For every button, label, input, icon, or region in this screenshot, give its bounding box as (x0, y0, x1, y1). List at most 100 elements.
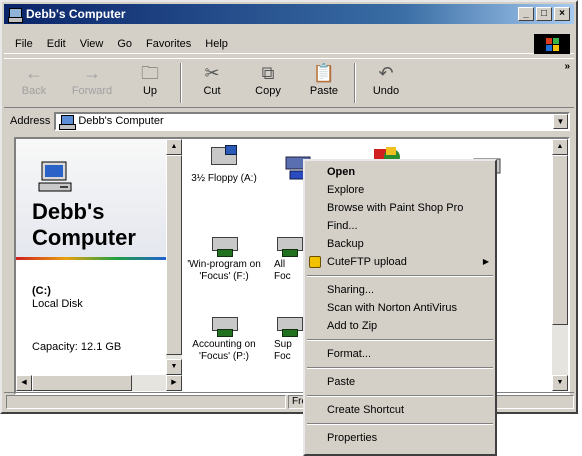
address-field[interactable]: Debb's Computer ▼ (54, 111, 570, 131)
menu-separator (307, 339, 493, 341)
scroll-thumb[interactable] (32, 375, 132, 391)
network-drive-icon (274, 231, 304, 257)
panel-vertical-scrollbar[interactable]: ▲ ▼ (166, 139, 182, 375)
menu-item-explore[interactable]: Explore (305, 181, 495, 199)
menu-view[interactable]: View (73, 38, 111, 50)
toolbar-overflow-chevron-icon[interactable]: » (564, 61, 570, 72)
color-rule (16, 257, 166, 260)
menu-item-open[interactable]: Open (305, 163, 495, 181)
icon-label: All (274, 259, 286, 270)
panel-title-line2: Computer (32, 225, 136, 250)
menu-item-sharing[interactable]: Sharing... (305, 281, 495, 299)
address-label: Address (10, 115, 51, 127)
menu-go[interactable]: Go (110, 38, 139, 50)
scroll-thumb[interactable] (552, 155, 568, 325)
scroll-down-icon[interactable]: ▼ (552, 375, 568, 391)
address-bar: Address Debb's Computer ▼ (4, 110, 574, 132)
floppy-drive-icon (209, 145, 239, 169)
computer-icon (59, 114, 77, 130)
menu-help[interactable]: Help (198, 38, 235, 50)
scroll-left-icon[interactable]: ◀ (16, 375, 32, 391)
menu-item-add-to-zip[interactable]: Add to Zip (305, 317, 495, 335)
selected-drive-info: (C:) Local Disk (32, 285, 83, 311)
standard-toolbar: ← Back → Forward 🗀 Up ✂ Cut ⧉ Copy 📋 Pas… (4, 58, 574, 108)
copy-icon: ⧉ (261, 63, 275, 83)
scroll-thumb[interactable] (166, 155, 182, 355)
menu-separator (307, 423, 493, 425)
window-title: Debb's Computer (26, 7, 126, 21)
computer-icon (8, 7, 23, 23)
paste-button[interactable]: 📋 Paste (298, 61, 350, 105)
panel-title: Debb's Computer (32, 199, 136, 251)
menu-item-scan-norton[interactable]: Scan with Norton AntiVirus (305, 299, 495, 317)
menu-file[interactable]: File (8, 38, 40, 50)
drive-icon-item[interactable]: 3½ Floppy (A:) (184, 145, 264, 185)
menu-item-create-shortcut[interactable]: Create Shortcut (305, 401, 495, 419)
scroll-up-icon[interactable]: ▲ (166, 139, 182, 155)
toolbar-separator (354, 63, 356, 103)
undo-label: Undo (372, 85, 400, 97)
forward-label: Forward (71, 85, 113, 97)
menu-separator (307, 395, 493, 397)
network-drive-icon (274, 311, 304, 337)
back-arrow-icon: ← (25, 63, 43, 83)
close-button[interactable]: × (554, 7, 570, 21)
minimize-button[interactable]: _ (518, 7, 534, 21)
menu-separator (307, 275, 493, 277)
scissors-icon: ✂ (204, 63, 220, 83)
drive-type: Local Disk (32, 298, 83, 310)
drive-letter: (C:) (32, 285, 51, 297)
drive-icon-item[interactable]: 'Win-program on 'Focus' (F:) (184, 231, 264, 283)
drive-icon-item[interactable]: Accounting on 'Focus' (P:) (184, 311, 264, 363)
cut-label: Cut (203, 85, 221, 97)
icon-label: 3½ Floppy (A:) (191, 173, 257, 184)
undo-icon: ↶ (378, 63, 394, 83)
menu-item-find[interactable]: Find... (305, 217, 495, 235)
toolbar-separator (180, 63, 182, 103)
menu-item-label: CuteFTP upload (327, 256, 407, 268)
menu-separator (307, 367, 493, 369)
chevron-down-icon[interactable]: ▼ (553, 113, 568, 129)
panel-banner: Debb's Computer (16, 139, 166, 257)
back-label: Back (21, 85, 47, 97)
title-bar[interactable]: Debb's Computer _ □ × (4, 4, 574, 24)
back-button[interactable]: ← Back (8, 61, 60, 105)
window-controls: _ □ × (518, 7, 570, 21)
menu-item-browse-paint-shop-pro[interactable]: Browse with Paint Shop Pro (305, 199, 495, 217)
context-menu: Open Explore Browse with Paint Shop Pro … (303, 159, 497, 456)
copy-label: Copy (255, 85, 281, 97)
menu-favorites[interactable]: Favorites (139, 38, 198, 50)
panel-title-line1: Debb's (32, 199, 105, 224)
ftp-icon (309, 256, 321, 268)
clipboard-icon: 📋 (312, 63, 336, 83)
icon-label: 'Win-program on 'Focus' (F:) (187, 259, 261, 282)
copy-button[interactable]: ⧉ Copy (242, 61, 294, 105)
scroll-up-icon[interactable]: ▲ (552, 139, 568, 155)
forward-button[interactable]: → Forward (66, 61, 118, 105)
menu-item-backup[interactable]: Backup (305, 235, 495, 253)
up-folder-icon: 🗀 (141, 63, 159, 83)
vertical-scrollbar[interactable]: ▲ ▼ (552, 139, 568, 391)
up-button[interactable]: 🗀 Up (124, 61, 176, 105)
address-value: Debb's Computer (78, 115, 164, 127)
undo-button[interactable]: ↶ Undo (360, 61, 412, 105)
maximize-button[interactable]: □ (536, 7, 552, 21)
network-drive-icon (209, 231, 239, 257)
icon-label: Sup (274, 339, 292, 350)
menu-item-format[interactable]: Format... (305, 345, 495, 363)
scroll-right-icon[interactable]: ▶ (166, 375, 182, 391)
forward-arrow-icon: → (83, 63, 101, 83)
cut-button[interactable]: ✂ Cut (186, 61, 238, 105)
icon-label: Foc (274, 351, 291, 362)
menu-item-paste[interactable]: Paste (305, 373, 495, 391)
menu-item-cuteftp-upload[interactable]: CuteFTP upload ▶ (305, 253, 495, 271)
scroll-down-icon[interactable]: ▼ (166, 359, 182, 375)
computer-icon (38, 161, 72, 192)
menu-edit[interactable]: Edit (40, 38, 73, 50)
icon-label: Accounting on 'Focus' (P:) (192, 339, 256, 362)
icon-label: Foc (274, 271, 291, 282)
up-label: Up (142, 85, 158, 97)
panel-horizontal-scrollbar[interactable]: ◀ ▶ (16, 375, 182, 391)
paste-label: Paste (309, 85, 339, 97)
menu-item-properties[interactable]: Properties (305, 429, 495, 447)
